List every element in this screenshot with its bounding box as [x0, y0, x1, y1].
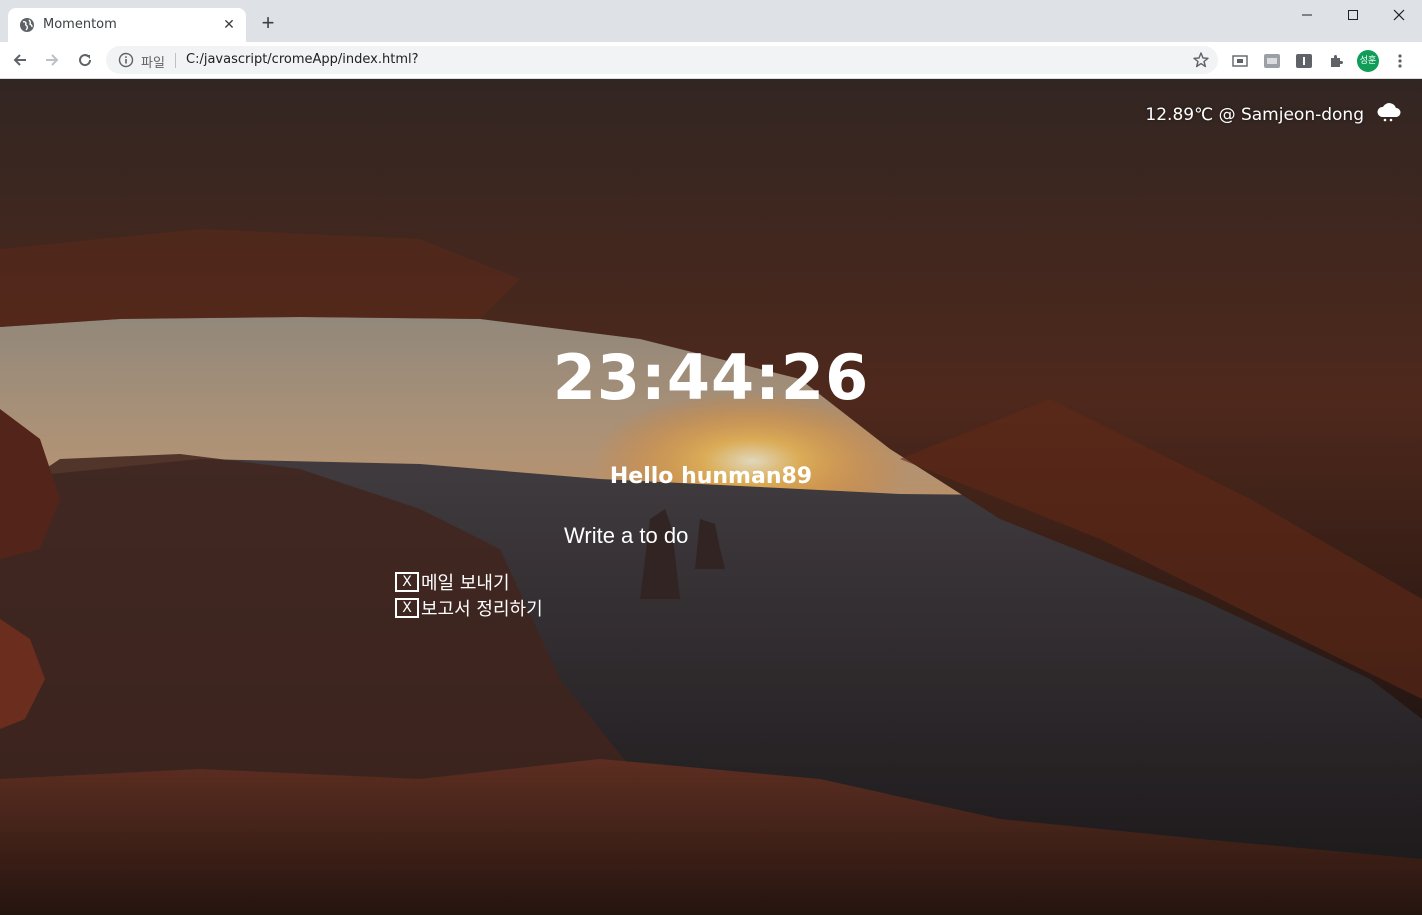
url-text[interactable]: C:/javascript/cromeApp/index.html?	[186, 52, 419, 67]
extension-button-1[interactable]	[1262, 51, 1282, 71]
cast-extension-button[interactable]	[1230, 51, 1250, 71]
tab-strip: Momentom ✕ +	[0, 0, 1422, 42]
browser-toolbar: 파일 C:/javascript/cromeApp/index.html? 성훈	[0, 42, 1422, 79]
more-vert-icon	[1398, 54, 1402, 68]
minimize-icon	[1302, 14, 1312, 16]
maximize-icon	[1348, 10, 1358, 20]
reload-icon	[79, 54, 92, 67]
todo-item-text: 보고서 정리하기	[421, 599, 543, 620]
todo-item: X 보고서 정리하기	[395, 595, 543, 621]
cast-icon	[1232, 55, 1248, 67]
background-image	[0, 79, 1422, 915]
todo-input[interactable]	[556, 520, 716, 552]
todo-delete-button[interactable]: X	[395, 572, 419, 592]
clock: 23:44:26	[552, 341, 870, 414]
weather-text: 12.89℃ @ Samjeon-dong	[1145, 105, 1364, 125]
bookmark-star-icon[interactable]	[1192, 51, 1210, 69]
globe-icon	[20, 18, 34, 32]
maximize-button[interactable]	[1330, 0, 1376, 30]
minimize-button[interactable]	[1284, 0, 1330, 30]
cloud-icon	[1377, 103, 1401, 122]
extensions-button[interactable]	[1326, 51, 1346, 71]
browser-menu-button[interactable]	[1390, 51, 1410, 71]
address-bar[interactable]: 파일 C:/javascript/cromeApp/index.html?	[106, 46, 1218, 74]
forward-button[interactable]	[40, 48, 64, 72]
forward-arrow-icon	[46, 54, 59, 66]
browser-tab[interactable]: Momentom ✕	[8, 8, 246, 42]
scheme-label: 파일	[141, 56, 165, 71]
reload-button[interactable]	[73, 48, 97, 72]
greeting: Hello hunman89	[609, 464, 813, 489]
separator	[175, 53, 176, 68]
info-icon[interactable]	[118, 52, 134, 68]
todo-item-text: 메일 보내기	[421, 573, 510, 594]
extension-info-icon	[1296, 54, 1312, 68]
close-icon	[1393, 9, 1405, 21]
extension-button-2[interactable]	[1294, 51, 1314, 71]
close-window-button[interactable]	[1376, 0, 1422, 30]
todo-list: X 메일 보내기 X 보고서 정리하기	[395, 569, 543, 621]
tab-close-icon[interactable]: ✕	[220, 15, 238, 33]
extension-badge-icon	[1264, 54, 1280, 68]
puzzle-icon	[1331, 55, 1343, 67]
new-tab-button[interactable]: +	[256, 11, 280, 35]
tab-title: Momentom	[43, 17, 117, 32]
profile-avatar[interactable]: 성훈	[1357, 50, 1379, 72]
todo-delete-button[interactable]: X	[395, 598, 419, 618]
page-content: 12.89℃ @ Samjeon-dong 23:44:26 Hello hun…	[0, 79, 1422, 915]
back-arrow-icon	[13, 54, 26, 66]
back-button[interactable]	[8, 48, 32, 72]
todo-item: X 메일 보내기	[395, 569, 543, 595]
